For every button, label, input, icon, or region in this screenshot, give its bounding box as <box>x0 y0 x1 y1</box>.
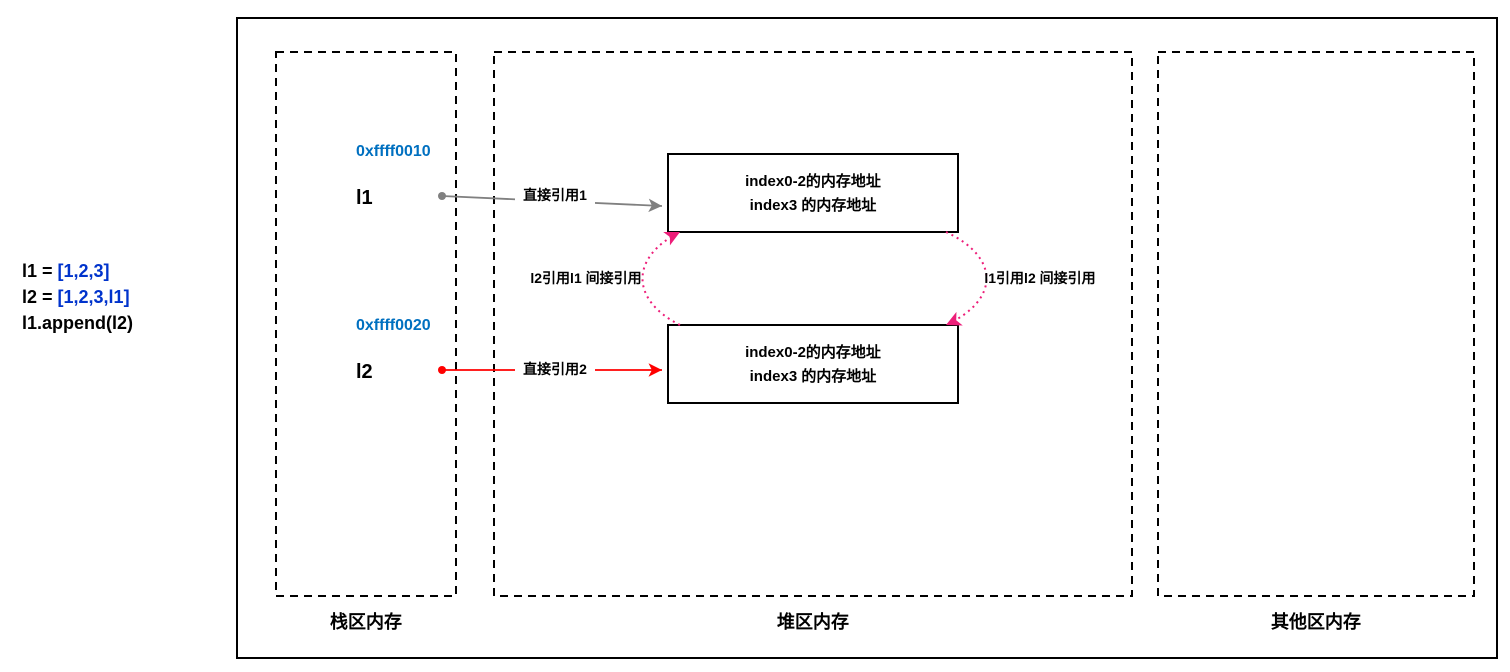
memory-diagram: 栈区内存 堆区内存 其他区内存 0xffff0010 l1 0xffff0020… <box>0 0 1510 672</box>
heap-l2-line2: index3 的内存地址 <box>750 367 877 385</box>
heap-l1-line1: index0-2的内存地址 <box>745 172 881 190</box>
other-region-label: 其他区内存 <box>1271 611 1361 632</box>
l1-refs-l2-curve <box>946 232 987 325</box>
l2-refs-l1-curve <box>643 232 681 325</box>
l1-arrow-label: 直接引用1 <box>523 187 587 203</box>
l1-refs-l2-label: l1引用l2 间接引用 <box>984 270 1095 286</box>
stack-region-label: 栈区内存 <box>330 611 402 632</box>
var-l1: l1 <box>356 187 373 209</box>
addr-l2: 0xffff0020 <box>356 317 431 334</box>
heap-l1-line2: index3 的内存地址 <box>750 196 877 214</box>
heap-object-l1 <box>668 154 958 232</box>
var-l2: l2 <box>356 361 373 383</box>
heap-region-label: 堆区内存 <box>777 611 849 632</box>
l2-refs-l1-label: l2引用l1 间接引用 <box>530 270 641 286</box>
heap-l2-line1: index0-2的内存地址 <box>745 343 881 361</box>
heap-object-l2 <box>668 325 958 403</box>
l2-arrow-label: 直接引用2 <box>523 361 587 377</box>
addr-l1: 0xffff0010 <box>356 143 431 160</box>
other-region <box>1158 52 1474 596</box>
